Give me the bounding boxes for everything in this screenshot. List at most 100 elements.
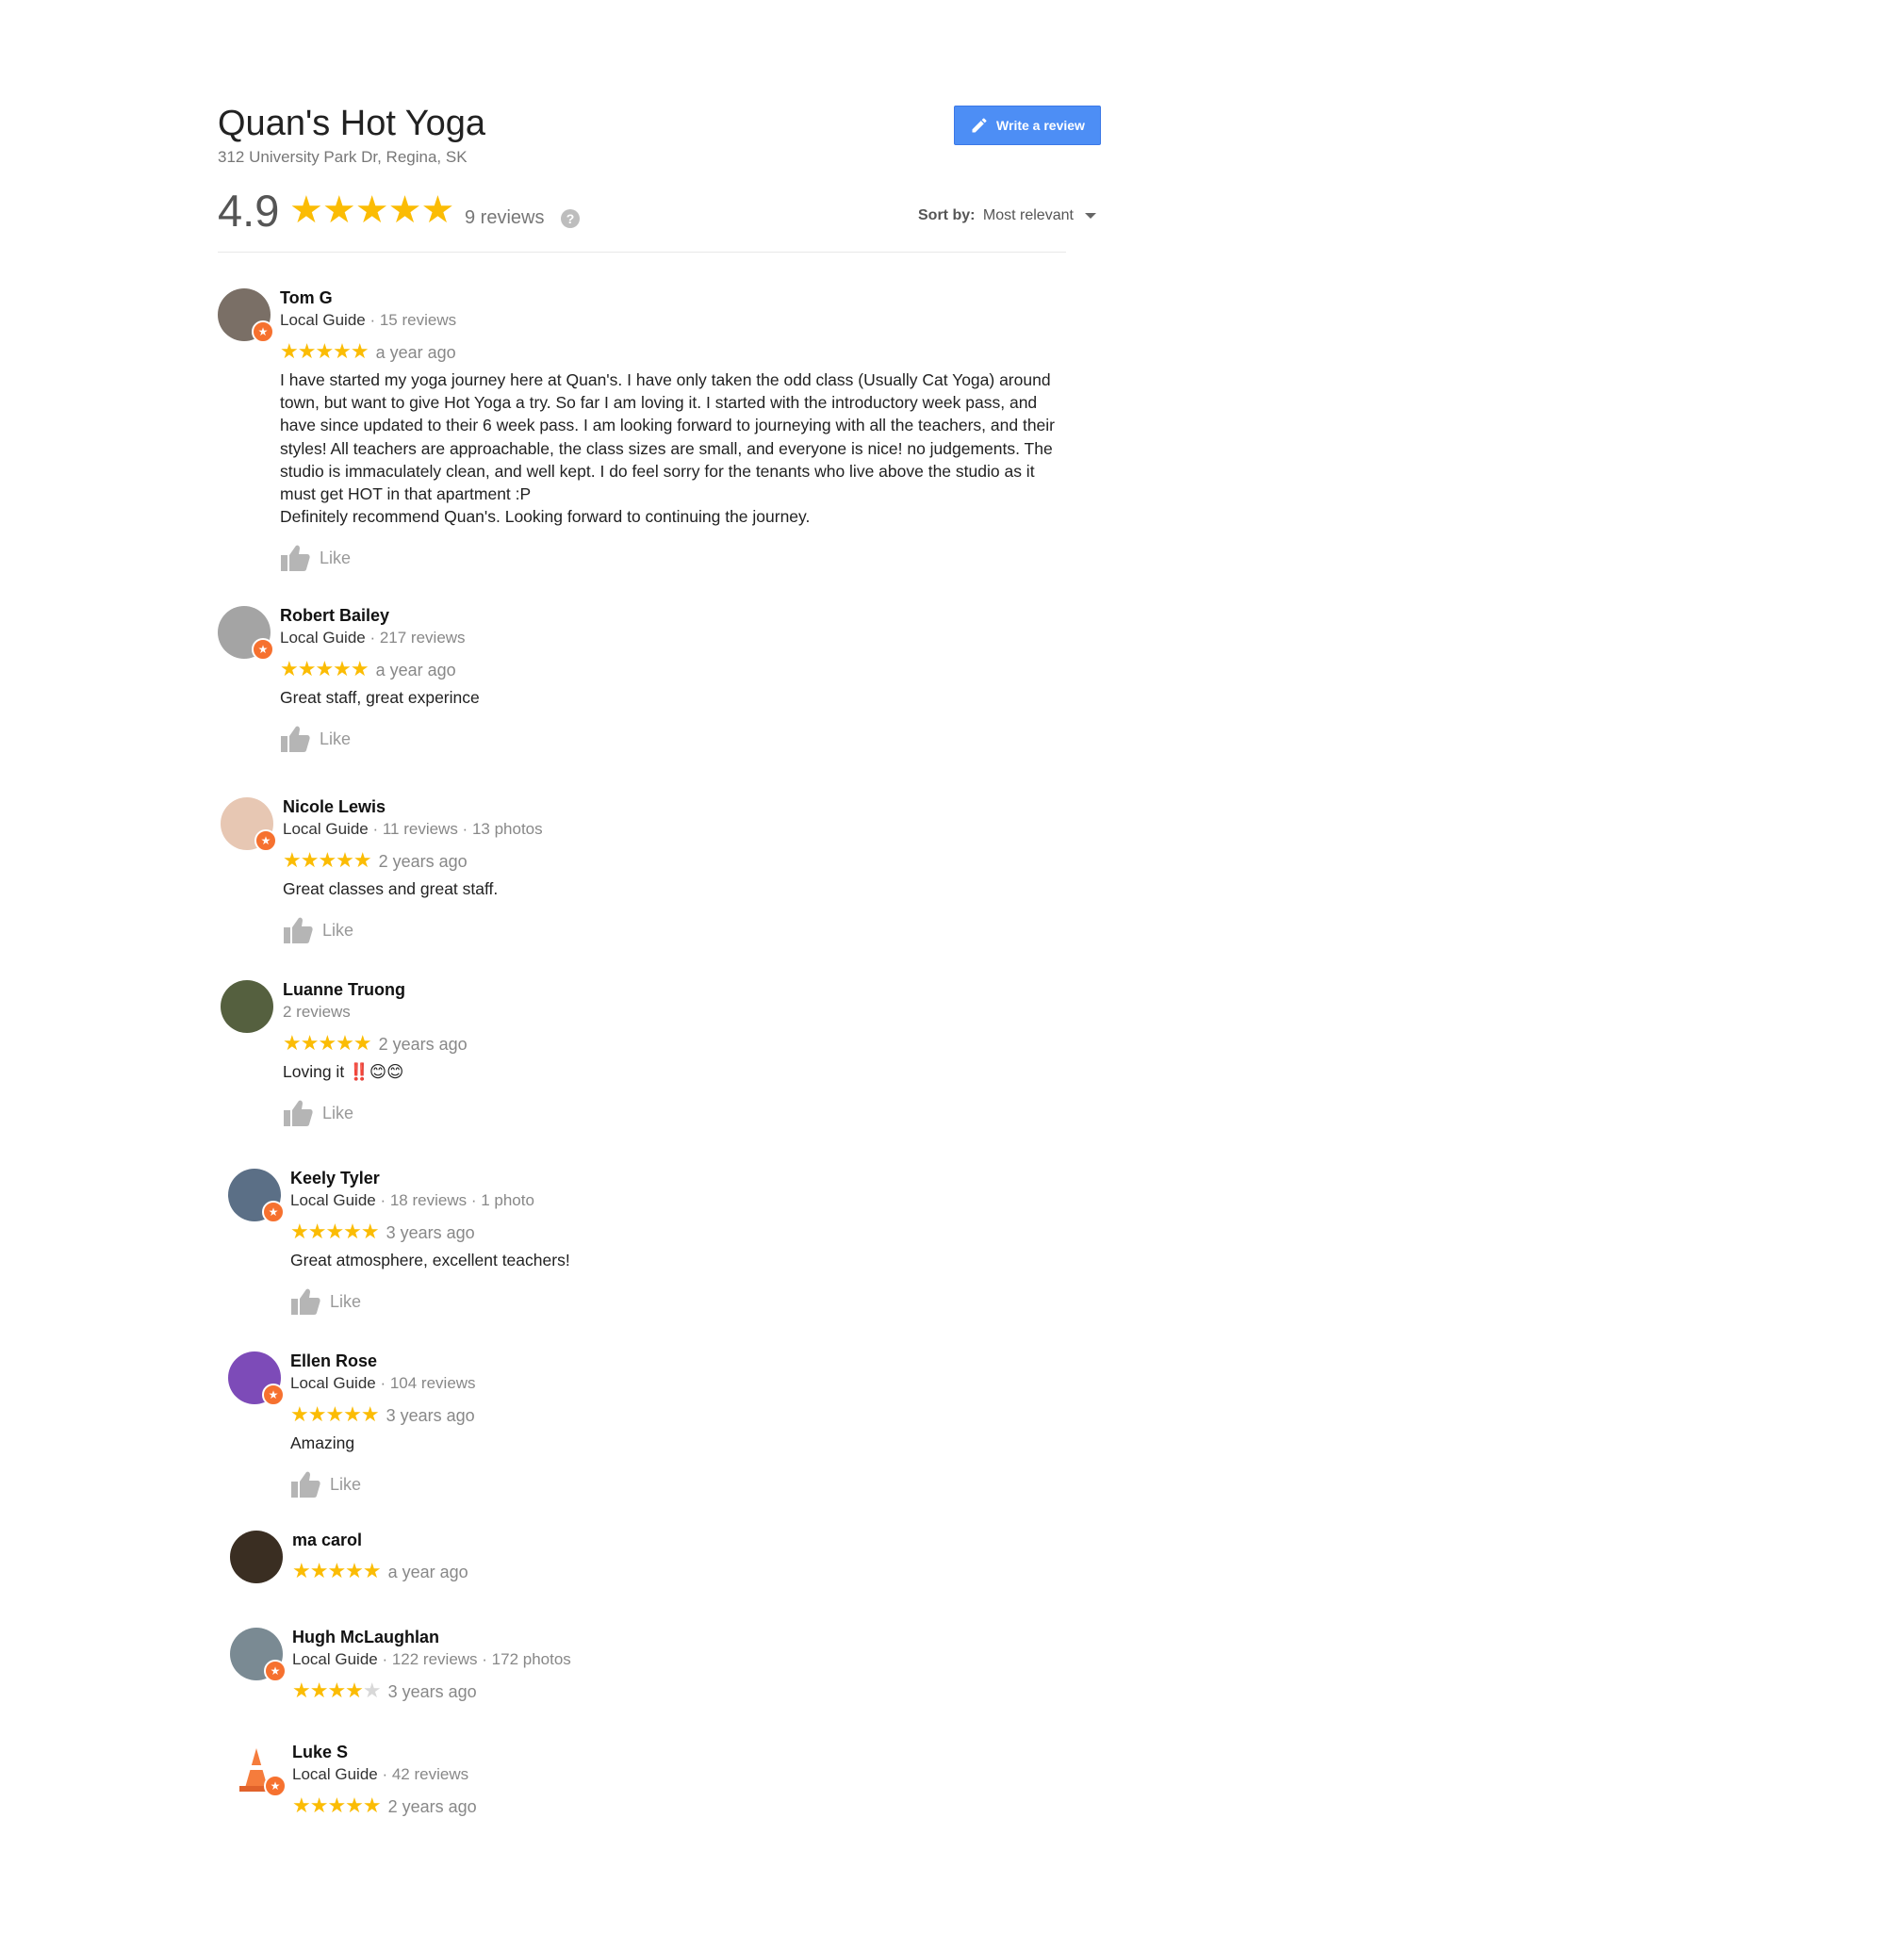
thumbs-up-icon [281,546,310,572]
reviewer-meta: Local Guide · 11 reviews · 13 photos [283,818,1075,841]
review-stars: ★★★★★ [290,1402,380,1426]
write-review-button[interactable]: Write a review [954,106,1101,145]
reviewer-meta: Local Guide · 42 reviews [292,1763,1084,1786]
review-rating: ★★★★★ 2 years ago [292,1794,1084,1820]
reviewer-stats: · 18 reviews · 1 photo [375,1191,534,1209]
local-guide-badge-icon: ★ [262,1201,285,1223]
review-rating: ★★★★★ a year ago [280,658,1072,683]
review-text: Amazing [290,1433,355,1452]
filled-stars: ★★★★★ [283,848,372,872]
thumbs-up-icon [291,1288,320,1316]
reviewer-name[interactable]: Hugh McLaughlan [292,1626,1084,1648]
review-body: Ellen Rose Local Guide · 104 reviews ★★★★★… [290,1350,1082,1499]
filled-stars: ★★★★★ [280,657,369,680]
sort-value[interactable]: Most relevant [983,207,1074,223]
filled-stars: ★★★★★ [283,1031,372,1055]
local-guide-badge-icon: ★ [262,1384,285,1406]
reviewer-meta: 2 reviews [283,1001,1075,1024]
reviewer-stats: · 15 reviews [365,311,457,329]
local-guide-badge-icon: ★ [254,829,277,852]
thumbs-up-icon [281,726,310,753]
review-body: ma carol ★★★★★ a year ago [292,1529,1084,1585]
filled-stars: ★★★★★ [280,339,369,363]
reviewer-name[interactable]: Keely Tyler [290,1167,1082,1189]
review-text: Loving it ‼️😊😊 [283,1062,404,1081]
divider [218,252,1066,253]
review-body: Nicole Lewis Local Guide · 11 reviews · 1… [283,795,1075,945]
like-button[interactable]: Like [280,543,1072,573]
filled-stars: ★★★★★ [292,1793,382,1817]
business-name: Quan's Hot Yoga [218,104,486,143]
review-stars: ★★★★★ [290,1220,380,1243]
review-time: 2 years ago [378,852,468,871]
review-stars: ★★★★★ [280,657,369,680]
reviewer-name[interactable]: Nicole Lewis [283,795,1075,818]
reviewer-avatar[interactable]: ★ [230,1743,287,1797]
review-stars: ★★★★★ [283,1031,372,1055]
dropdown-arrow-icon[interactable] [1085,212,1097,219]
local-guide-label: Local Guide [283,820,369,838]
like-label: Like [322,920,354,940]
review-rating: ★★★★★ 2 years ago [283,849,1075,875]
review-stars: ★★★★★ [292,1559,382,1582]
local-guide-label: Local Guide [280,629,366,647]
reviewer-stats: 2 reviews [283,1003,351,1021]
reviewer-avatar[interactable]: ★ [230,1628,287,1682]
business-address: 312 University Park Dr, Regina, SK [218,148,468,166]
review-time: 2 years ago [378,1035,468,1054]
reviewer-name[interactable]: Luke S [292,1741,1084,1763]
reviewer-avatar[interactable]: ★ [228,1351,285,1406]
like-button[interactable]: Like [290,1286,1082,1317]
local-guide-badge-icon: ★ [252,638,274,661]
review-text: Great staff, great experince [280,688,480,707]
reviewer-meta: Local Guide · 217 reviews [280,627,1072,649]
review-rating: ★★★★★ 3 years ago [290,1403,1082,1429]
reviewer-name[interactable]: Tom G [280,287,1072,309]
reviewer-stats: · 104 reviews [375,1374,476,1392]
local-guide-label: Local Guide [292,1765,378,1783]
review-body: Keely Tyler Local Guide · 18 reviews · 1 … [290,1167,1082,1317]
review-body: Luke S Local Guide · 42 reviews ★★★★★ 2 yea… [292,1741,1084,1820]
review-body: Tom G Local Guide · 15 reviews ★★★★★ a year… [280,287,1072,573]
like-label: Like [330,1474,362,1494]
like-button[interactable]: Like [280,724,1072,754]
review-body: Luanne Truong 2 reviews ★★★★★ 2 years ago Lo… [283,978,1075,1128]
reviewer-stats: · 122 reviews · 172 photos [377,1650,571,1668]
like-button[interactable]: Like [283,1098,1075,1128]
review-rating: ★★★★★ 3 years ago [290,1220,1082,1246]
local-guide-label: Local Guide [290,1191,376,1209]
review-stars: ★★★★★ [292,1793,382,1817]
review-body: Robert Bailey Local Guide · 217 reviews ★★… [280,604,1072,754]
review-count-link[interactable]: 9 reviews [465,207,544,229]
review-time: a year ago [375,343,456,362]
reviewer-avatar[interactable]: ★ [221,797,277,852]
thumbs-up-icon [284,1100,313,1127]
reviewer-avatar[interactable]: ★ [218,288,274,343]
like-button[interactable]: Like [283,915,1075,945]
local-guide-badge-icon: ★ [264,1660,287,1682]
reviewer-name[interactable]: Luanne Truong [283,978,1075,1001]
pencil-icon [972,118,987,133]
reviewer-avatar[interactable] [230,1531,283,1583]
reviewer-avatar[interactable] [221,980,273,1033]
review-rating: ★★★★★ 2 years ago [283,1032,1075,1057]
reviewer-name[interactable]: Robert Bailey [280,604,1072,627]
filled-stars: ★★★★★ [290,1220,380,1243]
review-rating: ★★★★★ 3 years ago [292,1679,1084,1705]
filled-stars: ★★★★★ [292,1559,382,1582]
like-label: Like [330,1291,362,1311]
review-text: Great classes and great staff. [283,879,499,898]
reviewer-avatar[interactable]: ★ [218,606,274,661]
review-stars: ★★★★★ [283,848,372,872]
reviewer-avatar[interactable]: ★ [228,1169,285,1223]
sort-dropdown[interactable]: Sort by: Most relevant [918,207,1097,224]
reviewer-name[interactable]: ma carol [292,1529,1084,1551]
local-guide-badge-icon: ★ [252,320,274,343]
thumbs-up-icon [291,1471,320,1499]
local-guide-badge-icon: ★ [264,1775,287,1797]
like-label: Like [320,548,352,567]
help-icon[interactable]: ? [561,209,580,228]
like-button[interactable]: Like [290,1469,1082,1499]
review-rating: ★★★★★ a year ago [292,1560,1084,1585]
reviewer-name[interactable]: Ellen Rose [290,1350,1082,1372]
